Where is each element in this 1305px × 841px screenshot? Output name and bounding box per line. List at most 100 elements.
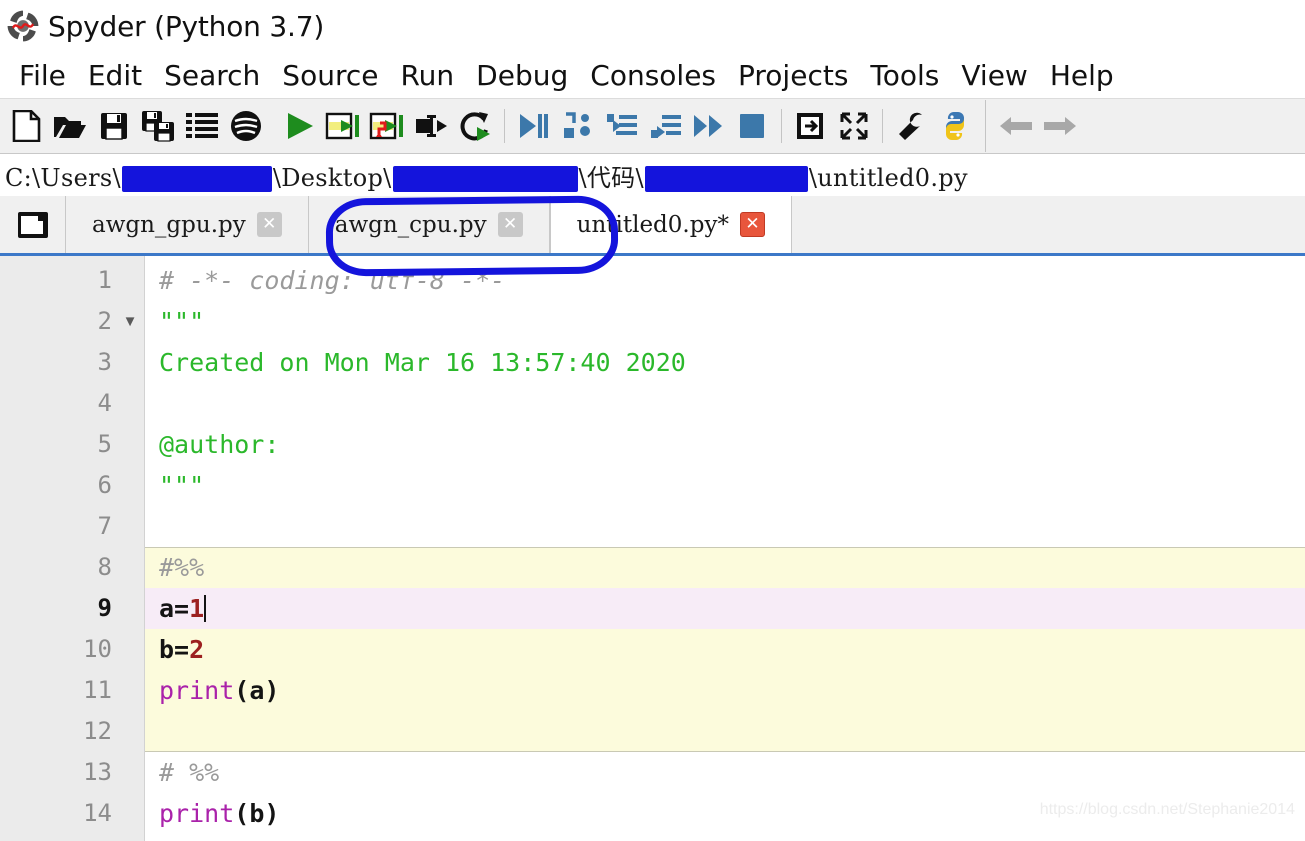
close-icon[interactable]: ✕: [497, 212, 523, 237]
menu-item-consoles[interactable]: Consoles: [579, 59, 727, 92]
pythonpath-manager-icon[interactable]: [933, 103, 977, 149]
line-number: 9: [97, 594, 112, 622]
code-editor[interactable]: 1 2 ▼ 3 4 5 6 7 8 9 10 11 12 13 14 # -*- coding: utf-8…: [0, 256, 1305, 841]
maximize-pane-icon[interactable]: [788, 103, 832, 149]
browse-tabs-icon[interactable]: [0, 196, 66, 253]
code-line: Created on Mon Mar 16 13:57:40 2020: [145, 342, 1305, 383]
file-path-bar: C:\Users\ \Desktop\ \代码\ \untitled0.py: [0, 154, 1305, 196]
tab-awgn-cpu[interactable]: awgn_cpu.py ✕: [308, 196, 550, 253]
line-number: 3: [97, 348, 112, 376]
spyder-window: Spyder (Python 3.7) File Edit Search Sou…: [0, 0, 1305, 841]
line-number: 4: [97, 389, 112, 417]
path-segment-code: \代码\: [578, 163, 644, 192]
menu-item-source[interactable]: Source: [271, 59, 389, 92]
menu-item-projects[interactable]: Projects: [727, 59, 859, 92]
toolbar-separator-4: [985, 100, 986, 152]
code-token-number: 2: [189, 635, 205, 664]
code-token-comment: # -*- coding: utf-8 -*-: [159, 266, 506, 295]
re-run-last-cell-icon[interactable]: [454, 103, 498, 149]
toolbar-nav-group: [994, 99, 1082, 153]
back-icon[interactable]: [994, 103, 1038, 149]
menu-item-help[interactable]: Help: [1039, 59, 1125, 92]
save-file-icon[interactable]: [92, 103, 136, 149]
toolbar-debug-group: [511, 99, 775, 153]
run-cell-icon[interactable]: [322, 103, 366, 149]
code-token-string: """: [159, 307, 205, 336]
step-into-icon[interactable]: [599, 103, 643, 149]
debug-file-icon[interactable]: [511, 103, 555, 149]
code-token-comment: # %%: [159, 758, 220, 787]
line-number: 2: [97, 307, 112, 335]
tab-untitled0[interactable]: untitled0.py* ✕: [549, 196, 792, 253]
line-number: 10: [83, 635, 112, 663]
toolbar-separator-2: [781, 109, 782, 143]
close-icon[interactable]: ✕: [739, 212, 765, 237]
code-line: a=1: [145, 588, 1305, 629]
menu-item-tools[interactable]: Tools: [859, 59, 950, 92]
toolbar: [0, 98, 1305, 277]
tab-label: awgn_cpu.py: [334, 211, 487, 238]
save-all-icon[interactable]: [136, 103, 180, 149]
new-file-icon[interactable]: [4, 103, 48, 149]
code-text-area[interactable]: # -*- coding: utf-8 -*- """ Created on Mon…: [145, 256, 1305, 841]
code-line: print(a): [145, 670, 1305, 711]
toolbar-separator-3: [882, 109, 883, 143]
run-file-icon[interactable]: [278, 103, 322, 149]
run-selection-icon[interactable]: [410, 103, 454, 149]
code-line: b=2: [145, 629, 1305, 670]
line-number: 8: [97, 553, 112, 581]
line-number: 11: [83, 676, 112, 704]
code-token-plain: (a): [234, 676, 280, 705]
spyder-logo-icon: [7, 10, 39, 42]
forward-icon[interactable]: [1038, 103, 1082, 149]
preferences-icon[interactable]: [889, 103, 933, 149]
code-token-string: """: [159, 471, 205, 500]
menu-item-search[interactable]: Search: [153, 59, 271, 92]
code-line: @author:: [145, 424, 1305, 465]
close-icon[interactable]: ✕: [256, 212, 282, 237]
window-title: Spyder (Python 3.7): [48, 9, 325, 43]
code-token-string: @author:: [159, 430, 280, 459]
file-switcher-icon[interactable]: [180, 103, 224, 149]
tab-awgn-gpu[interactable]: awgn_gpu.py ✕: [66, 196, 309, 253]
line-number: 14: [83, 799, 112, 827]
line-number-gutter: 1 2 ▼ 3 4 5 6 7 8 9 10 11 12 13 14: [0, 256, 145, 841]
menu-item-edit[interactable]: Edit: [77, 59, 153, 92]
code-token-builtin: print: [159, 799, 235, 828]
code-line: print(b): [145, 793, 1305, 834]
toolbar-separator-1: [504, 109, 505, 143]
path-segment-filename: \untitled0.py: [808, 163, 968, 192]
open-file-icon[interactable]: [48, 103, 92, 149]
stop-debug-icon[interactable]: [731, 103, 775, 149]
find-symbol-icon[interactable]: [224, 103, 268, 149]
fold-triangle-icon[interactable]: ▼: [120, 301, 140, 342]
toolbar-pane-group: [788, 99, 876, 153]
menu-item-debug[interactable]: Debug: [465, 59, 579, 92]
menu-item-run[interactable]: Run: [389, 59, 465, 92]
continue-icon[interactable]: [687, 103, 731, 149]
step-over-icon[interactable]: [555, 103, 599, 149]
line-number: 12: [83, 717, 112, 745]
line-number: 7: [97, 512, 112, 540]
fullscreen-icon[interactable]: [832, 103, 876, 149]
code-token-comment: #%%: [159, 553, 205, 582]
code-token-plain: a=: [159, 594, 190, 623]
tab-label: awgn_gpu.py: [92, 211, 246, 238]
menu-item-file[interactable]: File: [8, 59, 77, 92]
menu-bar: File Edit Search Source Run Debug Consol…: [0, 52, 1305, 98]
code-line: #%%: [145, 547, 1305, 588]
toolbar-run-group: [278, 99, 498, 153]
path-redaction-2: [392, 166, 578, 192]
code-line: """: [145, 301, 1305, 342]
run-cell-and-advance-icon[interactable]: [366, 103, 410, 149]
code-line: # -*- coding: utf-8 -*-: [145, 260, 1305, 301]
menu-item-view[interactable]: View: [950, 59, 1038, 92]
step-return-icon[interactable]: [643, 103, 687, 149]
tab-label: untitled0.py*: [576, 211, 729, 238]
text-caret: [204, 595, 207, 622]
line-number: 6: [97, 471, 112, 499]
code-line: """: [145, 465, 1305, 506]
path-redaction-3: [644, 166, 808, 192]
